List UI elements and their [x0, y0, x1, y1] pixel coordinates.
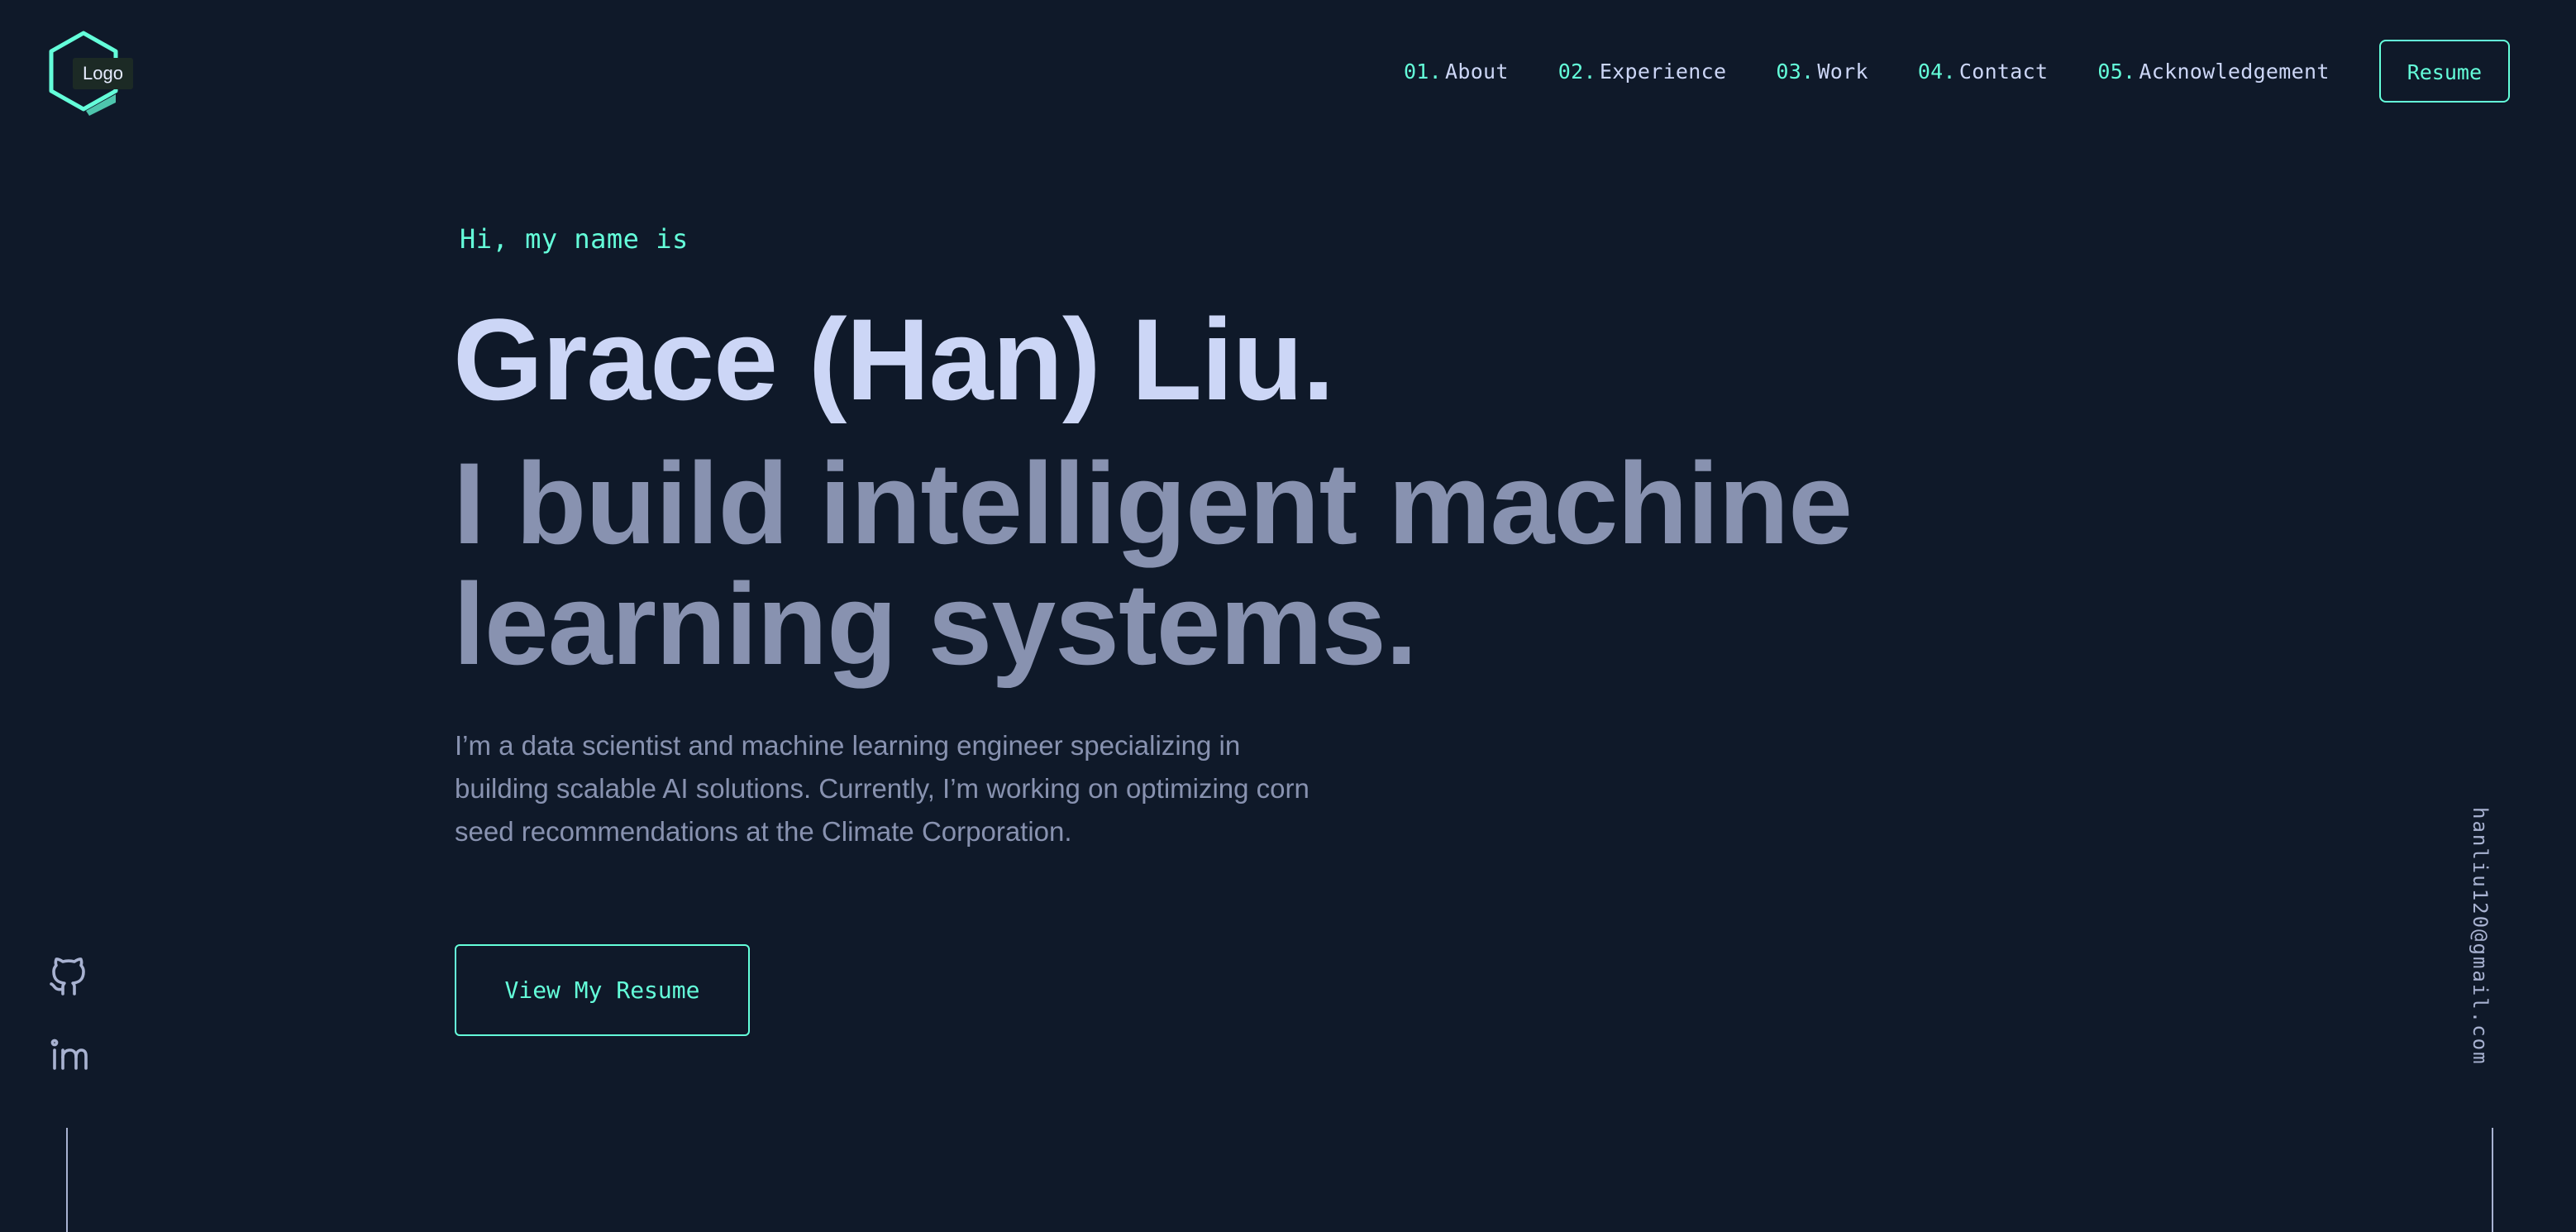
- hero-tagline: I build intelligent machine learning sys…: [453, 438, 1853, 689]
- social-links: [48, 957, 88, 1113]
- nav-label: About: [1445, 59, 1509, 84]
- right-divider-line: [2492, 1128, 2493, 1232]
- linkedin-link[interactable]: [48, 1035, 88, 1075]
- nav-number: 04.: [1917, 59, 1956, 84]
- nav-link-acknowledgement[interactable]: 05. Acknowledgement: [2097, 60, 2329, 84]
- nav-link-about[interactable]: 01. About: [1404, 60, 1509, 84]
- nav-number: 01.: [1403, 59, 1442, 84]
- github-link[interactable]: [48, 957, 88, 997]
- linkedin-icon: [50, 1039, 88, 1070]
- nav-label: Work: [1817, 59, 1868, 84]
- left-divider-line: [66, 1128, 68, 1232]
- nav-label: Acknowledgement: [2139, 59, 2330, 84]
- github-icon: [50, 957, 85, 996]
- nav-label: Experience: [1599, 59, 1727, 84]
- greeting-text: Hi, my name is: [460, 223, 689, 255]
- site-header: Logo 01. About 02. Experience 03. Work 04. C…: [0, 0, 2576, 142]
- view-resume-button[interactable]: View My Resume: [455, 944, 750, 1036]
- email-sidebar: hanliu120@gmail.com: [2469, 807, 2518, 1088]
- hero-name: Grace (Han) Liu.: [453, 294, 1334, 424]
- nav-link-contact[interactable]: 04. Contact: [1918, 60, 2049, 84]
- resume-button[interactable]: Resume: [2378, 40, 2510, 103]
- logo-tooltip: Logo: [73, 58, 133, 89]
- hero-intro: I’m a data scientist and machine learnin…: [455, 730, 1309, 847]
- logo[interactable]: Logo: [43, 28, 133, 116]
- nav-label: Contact: [1958, 59, 2049, 84]
- nav-number: 03.: [1776, 59, 1815, 84]
- nav-link-experience[interactable]: 02. Experience: [1558, 60, 1727, 84]
- main-nav: 01. About 02. Experience 03. Work 04. Contac…: [1404, 38, 2510, 104]
- nav-link-work[interactable]: 03. Work: [1776, 60, 1868, 84]
- nav-number: 05.: [2097, 59, 2136, 84]
- nav-number: 02.: [1558, 59, 1596, 84]
- email-link[interactable]: hanliu120@gmail.com: [2469, 807, 2492, 1066]
